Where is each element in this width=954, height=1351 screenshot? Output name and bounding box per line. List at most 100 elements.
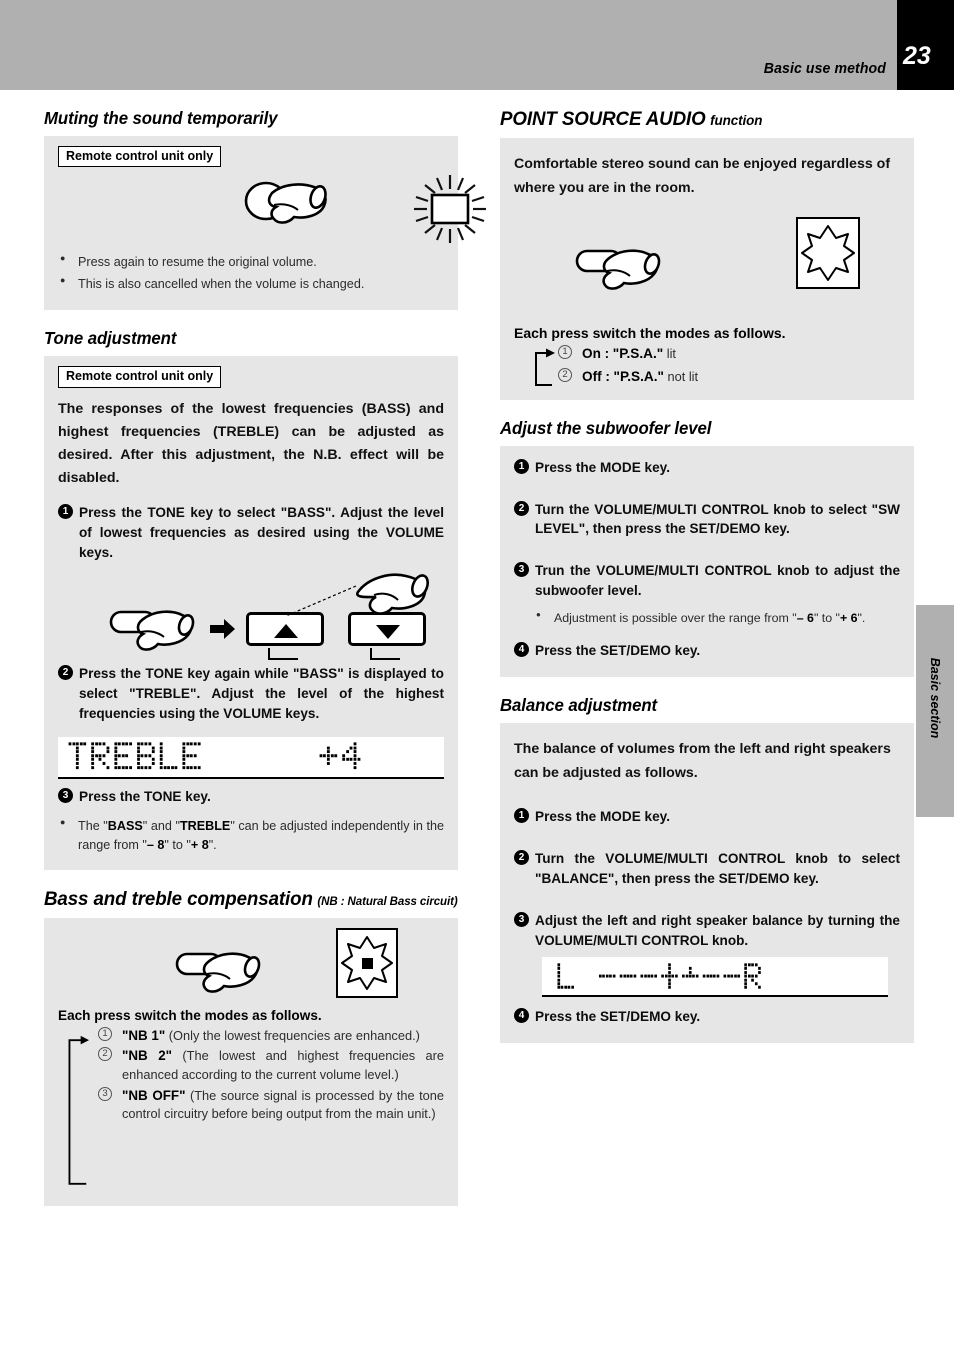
callout-bracket-icon [268,647,298,660]
cycle-arrow-icon [535,348,555,386]
item-state: not lit [667,368,699,384]
item-label: On : [582,345,610,361]
heading-psa: POINT SOURCE AUDIO function [500,108,897,131]
notes-muting: Press again to resume the original volum… [58,252,444,295]
balance-step-2: 2 Turn the VOLUME/MULTI CONTROL knob to … [514,849,900,889]
blinking-display-icon [414,175,486,244]
left-column: Muting the sound temporarily Remote cont… [44,108,696,1224]
heading-nb-main: Bass and treble compensation [44,887,313,910]
item-desc: (Only the lowest frequencies are enhance… [168,1027,420,1043]
nb-item: 1 "NB 1" (Only the lowest frequencies ar… [98,1026,444,1046]
nb-cycle-head: Each press switch the modes as follows. [58,1007,322,1023]
psa-intro: Comfortable stereo sound can be enjoyed … [514,156,891,197]
step-number: 2 [58,664,73,680]
side-tab-basic-section: Basic section [916,605,954,817]
panel-tone-adjustment: Remote control unit only The responses o… [44,356,458,870]
pressing-hand-icon [109,610,195,651]
lcd-display-treble: TREBLE +4 [58,736,444,779]
nb-item: 2 "NB 2" (The lowest and highest frequen… [98,1046,444,1084]
pressing-hand-icon [355,573,429,615]
balance-step-1: 1 Press the MODE key. [514,807,900,827]
icon-row-volume-keys [58,573,444,668]
item-label: Off : [582,368,610,384]
heading-balance: Balance adjustment [500,694,657,715]
item-name: "NB 1" [122,1027,166,1043]
note-item: The "BASS" and "TREBLE" can be adjusted … [58,816,444,856]
nb-item: 3 "NB OFF" (The source signal is process… [98,1086,444,1124]
balance-intro: The balance of volumes from the left and… [514,740,891,781]
cycle-arrow-icon [68,1035,90,1185]
step-text: Press the SET/DEMO key. [535,1009,701,1025]
pressing-hand-icon [175,952,261,993]
pressing-hand-icon [244,182,327,225]
panel-balance: The balance of volumes from the left and… [500,722,914,1044]
step-number: 3 [514,912,529,928]
psa-item: 2 Off : "P.S.A." not lit [558,367,900,387]
arrow-right-icon [210,618,235,639]
step-number: 2 [514,500,529,516]
badge-remote-only-tone: Remote control unit only [58,366,222,388]
pressing-hand-icon [575,249,661,290]
balance-step-3: 3 Adjust the left and right speaker bala… [514,911,900,951]
step-number: 1 [58,503,73,519]
psa-cycle-head: Each press switch the modes as follows. [514,324,786,341]
panel-subwoofer: 1 Press the MODE key. 2 Turn the VOLUME/… [500,445,914,677]
subwoofer-step-3: 3 Trun the VOLUME/MULTI CONTROL knob to … [514,561,900,601]
psa-item: 1 On : "P.S.A." lit [558,344,900,364]
step-number: 1 [514,458,529,474]
heading-psa-sub: function [710,112,763,128]
callout-bracket-icon [370,647,400,660]
psa-cycle-list: 1 On : "P.S.A." lit 2 Off : "P.S.A." not… [514,344,900,387]
subwoofer-step-1: 1 Press the MODE key. [514,458,900,478]
step-text: Press the MODE key. [535,809,670,825]
icon-row-psa [514,207,900,323]
lcd-display-balance: L R [542,957,888,998]
item-value: "P.S.A." [613,368,664,384]
heading-nb-sub: (NB : Natural Bass circuit) [317,893,458,908]
step-number: 3 [58,787,73,803]
panel-nb: Each press switch the modes as follows. … [44,917,458,1206]
step-text: Adjust the left and right speaker balanc… [535,913,900,949]
item-value: "P.S.A." [612,345,664,361]
balance-step-4: 4 Press the SET/DEMO key. [514,1007,900,1027]
step-number: 4 [514,1008,529,1024]
item-number: 1 [98,1026,112,1041]
step-text: Press the SET/DEMO key. [535,642,701,658]
step-text: Turn the VOLUME/MULTI CONTROL knob to se… [535,501,900,537]
panel-psa: Comfortable stereo sound can be enjoyed … [500,138,914,400]
step-text: Press the TONE key again while "BASS" is… [79,665,444,721]
starburst-icon [336,927,398,998]
item-state: lit [666,345,676,361]
item-number: 2 [98,1047,112,1062]
heading-tone-adjustment: Tone adjustment [44,328,177,349]
subwoofer-step-2: 2 Turn the VOLUME/MULTI CONTROL knob to … [514,500,900,540]
heading-psa-main: POINT SOURCE AUDIO [500,108,706,130]
page-number: 23 [903,42,931,70]
nb-cycle-list: 1 "NB 1" (Only the lowest frequencies ar… [58,1026,444,1185]
item-name: "NB OFF" [122,1087,186,1103]
item-name: "NB 2" [122,1048,173,1064]
tone-step-3: 3 Press the TONE key. [58,787,444,807]
badge-remote-only-muting: Remote control unit only [58,146,222,168]
heading-muting: Muting the sound temporarily [44,108,278,128]
icon-row-nb [58,927,444,1006]
step-text: Trun the VOLUME/MULTI CONTROL knob to ad… [535,563,900,599]
step-text: Press the TONE key to select "BASS". Adj… [79,504,444,560]
note-item: This is also cancelled when the volume i… [58,274,444,295]
step-text: Press the TONE key. [79,788,211,804]
heading-nb: Bass and treble compensation (NB : Natur… [44,887,458,911]
icon-row-muting [58,167,486,253]
step-number: 1 [514,808,529,824]
step-text: Press the MODE key. [535,459,670,475]
tone-step-2: 2 Press the TONE key again while "BASS" … [58,664,444,724]
notes-tone: The "BASS" and "TREBLE" can be adjusted … [58,816,444,856]
heading-subwoofer: Adjust the subwoofer level [500,417,712,438]
starburst-icon [796,216,860,289]
step-text: Turn the VOLUME/MULTI CONTROL knob to se… [535,851,900,887]
side-tab-label: Basic section [928,657,942,739]
tone-intro: The responses of the lowest frequencies … [58,400,444,486]
page-title: Basic use method [763,60,886,77]
subwoofer-note: Adjustment is possible over the range fr… [514,609,900,628]
step-number: 4 [514,641,529,657]
step-number: 2 [514,850,529,866]
